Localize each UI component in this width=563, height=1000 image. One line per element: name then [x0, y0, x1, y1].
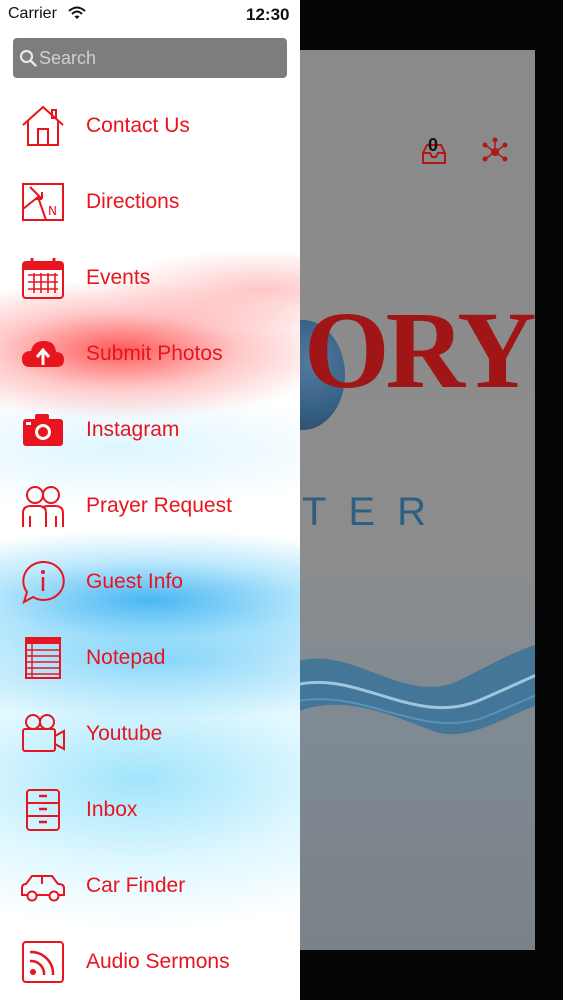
house-icon	[20, 103, 66, 149]
calendar-icon	[20, 255, 66, 301]
background-app-panel: 0 ORY TER	[300, 50, 535, 950]
drawer-menu: Contact Us N Directions Events Submit Ph…	[0, 88, 300, 1000]
car-icon	[20, 863, 66, 909]
menu-item-label: Events	[86, 266, 151, 289]
info-bubble-icon	[20, 559, 66, 605]
menu-item-label: Notepad	[86, 646, 166, 669]
cloud-upload-icon	[20, 331, 66, 377]
menu-item-label: Directions	[86, 190, 180, 213]
menu-item-contact-us[interactable]: Contact Us	[0, 88, 300, 164]
clock: 12:30	[246, 5, 290, 24]
menu-item-label: Youtube	[86, 722, 163, 745]
menu-item-label: Prayer Request	[86, 494, 232, 517]
menu-item-label: Contact Us	[86, 114, 190, 137]
menu-item-instagram[interactable]: Instagram	[0, 392, 300, 468]
people-icon	[20, 483, 66, 529]
menu-item-youtube[interactable]: Youtube	[0, 696, 300, 772]
menu-item-submit-photos[interactable]: Submit Photos	[0, 316, 300, 392]
wifi-icon	[68, 6, 86, 20]
cabinet-icon	[20, 787, 66, 833]
camera-icon	[20, 407, 66, 453]
video-camera-icon	[20, 711, 66, 757]
logo-text: ORY	[304, 289, 535, 411]
search-bar[interactable]	[13, 38, 287, 78]
menu-item-label: Guest Info	[86, 570, 183, 593]
notepad-icon	[20, 635, 66, 681]
map-icon: N	[20, 179, 66, 225]
logo-subtext: TER	[302, 490, 448, 534]
menu-item-audio-sermons[interactable]: Audio Sermons	[0, 924, 300, 1000]
inbox-badge: 0	[428, 135, 439, 155]
menu-item-label: Instagram	[86, 418, 180, 441]
background-toolbar: 0	[420, 135, 530, 175]
menu-item-label: Inbox	[86, 798, 138, 821]
logo-wordmark: ORY	[300, 290, 535, 410]
background-app[interactable]: 0 ORY TER	[300, 0, 563, 1000]
status-bar: Carrier 12:30	[0, 0, 300, 30]
wave-graphic	[300, 645, 535, 735]
share-network-icon[interactable]	[480, 137, 510, 167]
menu-item-inbox[interactable]: Inbox	[0, 772, 300, 848]
menu-item-directions[interactable]: N Directions	[0, 164, 300, 240]
menu-item-label: Car Finder	[86, 874, 186, 897]
menu-item-prayer-request[interactable]: Prayer Request	[0, 468, 300, 544]
search-input[interactable]	[39, 38, 279, 78]
menu-item-events[interactable]: Events	[0, 240, 300, 316]
menu-item-notepad[interactable]: Notepad	[0, 620, 300, 696]
search-icon	[19, 49, 37, 67]
menu-item-guest-info[interactable]: Guest Info	[0, 544, 300, 620]
menu-item-car-finder[interactable]: Car Finder	[0, 848, 300, 924]
rss-icon	[20, 939, 66, 985]
svg-text:N: N	[48, 204, 57, 218]
menu-item-label: Audio Sermons	[86, 950, 230, 973]
side-drawer: Carrier 12:30 Search Contact Us N Direct…	[0, 0, 300, 1000]
carrier-label: Carrier	[8, 5, 57, 22]
menu-item-label: Submit Photos	[86, 342, 223, 365]
